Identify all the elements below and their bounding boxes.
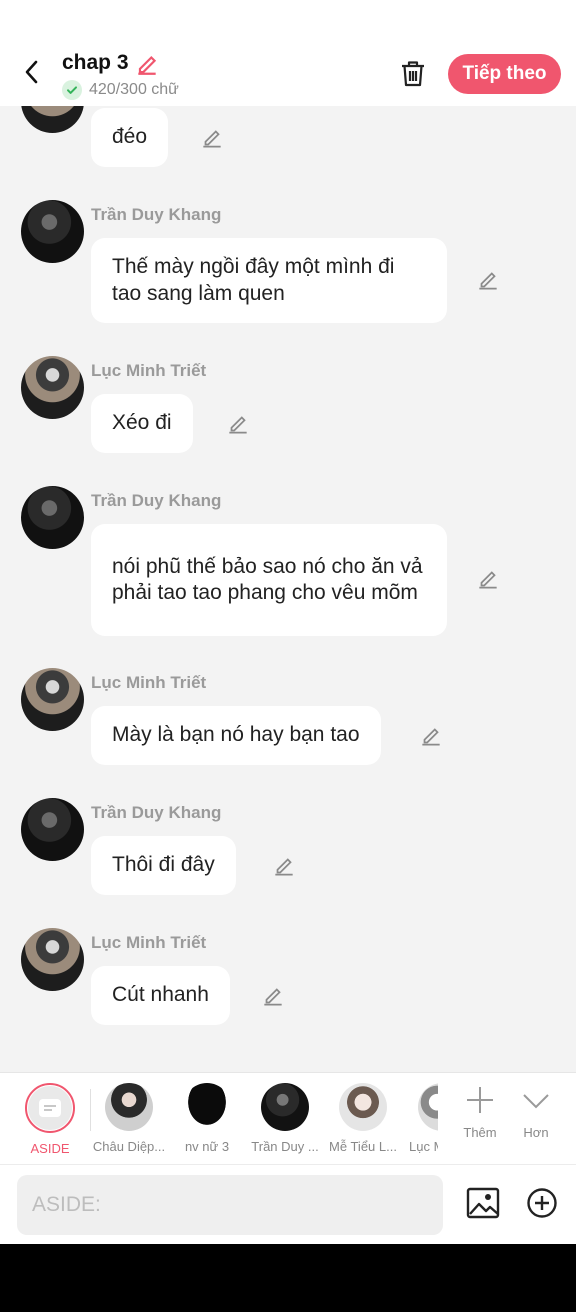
more-button[interactable]: Hơn xyxy=(506,1085,566,1140)
message-text: nói phũ thế bảo sao nó cho ăn vả phải ta… xyxy=(112,554,423,605)
edit-pencil-icon[interactable] xyxy=(475,566,501,592)
word-count-text: 420/300 chữ xyxy=(89,81,179,98)
avatar[interactable] xyxy=(21,668,84,731)
next-button[interactable]: Tiếp theo xyxy=(448,54,561,94)
message-bubble[interactable]: nói phũ thế bảo sao nó cho ăn vả phải ta… xyxy=(91,524,447,636)
message-text: đéo xyxy=(112,125,148,149)
back-button[interactable] xyxy=(16,56,48,88)
edit-pencil-icon[interactable] xyxy=(418,723,444,749)
plus-icon xyxy=(467,1087,493,1113)
more-label: Hơn xyxy=(523,1125,549,1140)
chevron-left-icon xyxy=(25,60,38,84)
sender-name: Trần Duy Khang xyxy=(91,205,222,224)
character-label: Trần Duy ... xyxy=(251,1139,319,1154)
top-bar: chap 3 420/300 chữ Tiếp theo xyxy=(0,0,576,106)
delete-button[interactable] xyxy=(396,57,430,91)
avatar[interactable] xyxy=(21,200,84,263)
chevron-down-icon xyxy=(523,1094,549,1109)
character-item[interactable]: Lục M xyxy=(402,1083,438,1154)
edit-pencil-icon[interactable] xyxy=(225,411,251,437)
character-label: Lục M xyxy=(409,1139,438,1154)
character-selector: ASIDE Châu Diệp... nv nữ 3 Trần Duy ... … xyxy=(0,1072,576,1164)
chat-editor-screen: đéo Trần Duy Khang Thế mày ngồi đây một … xyxy=(0,0,576,1244)
character-item[interactable]: Mễ Tiểu L... xyxy=(324,1083,402,1154)
message-text: Mày là bạn nó hay bạn tao xyxy=(112,723,360,747)
avatar xyxy=(105,1083,153,1131)
character-label: Châu Diệp... xyxy=(92,1139,166,1154)
add-circle-icon[interactable] xyxy=(526,1187,558,1219)
sender-name: Trần Duy Khang xyxy=(91,803,222,822)
avatar xyxy=(261,1083,309,1131)
message-bubble[interactable]: Thế mày ngồi đây một mình đi tao sang là… xyxy=(91,238,447,323)
character-item[interactable]: Trần Duy ... xyxy=(246,1083,324,1154)
message-bubble[interactable]: Cút nhanh xyxy=(91,966,230,1025)
character-aside[interactable]: ASIDE xyxy=(11,1083,89,1156)
character-label: nv nữ 3 xyxy=(184,1139,230,1154)
message-text: Thôi đi đây xyxy=(112,853,215,877)
sender-name: Lục Minh Triết xyxy=(91,933,207,952)
edit-pencil-icon[interactable] xyxy=(199,125,225,151)
input-bar xyxy=(0,1164,576,1244)
edit-title-icon[interactable] xyxy=(134,51,160,77)
character-label: Mễ Tiểu L... xyxy=(329,1139,397,1154)
sender-name: Lục Minh Triết xyxy=(91,673,207,692)
edit-pencil-icon[interactable] xyxy=(260,983,286,1009)
aside-avatar xyxy=(25,1083,75,1133)
sender-name: Trần Duy Khang xyxy=(91,491,222,510)
word-count: 420/300 chữ xyxy=(62,80,179,100)
message-bubble[interactable]: Xéo đi xyxy=(91,394,193,453)
message-bubble[interactable]: Mày là bạn nó hay bạn tao xyxy=(91,706,381,765)
add-label: Thêm xyxy=(463,1125,497,1140)
aside-bubble-icon xyxy=(39,1099,61,1117)
avatar[interactable] xyxy=(21,928,84,991)
avatar xyxy=(183,1083,231,1131)
avatar[interactable] xyxy=(21,356,84,419)
image-icon[interactable] xyxy=(466,1186,500,1220)
message-text: Cút nhanh xyxy=(112,983,209,1007)
trash-icon xyxy=(402,61,424,87)
avatar[interactable] xyxy=(21,798,84,861)
message-bubble[interactable]: Thôi đi đây xyxy=(91,836,236,895)
message-text: Xéo đi xyxy=(112,411,172,435)
sender-name: Lục Minh Triết xyxy=(91,361,207,380)
edit-pencil-icon[interactable] xyxy=(271,853,297,879)
edit-pencil-icon[interactable] xyxy=(475,267,501,293)
message-text: Thế mày ngồi đây một mình đi tao sang là… xyxy=(112,255,395,305)
avatar xyxy=(339,1083,387,1131)
add-character-button[interactable]: Thêm xyxy=(450,1085,510,1140)
character-label: ASIDE xyxy=(30,1141,70,1156)
avatar[interactable] xyxy=(21,486,84,549)
avatar xyxy=(418,1083,438,1131)
character-item[interactable]: nv nữ 3 xyxy=(168,1083,246,1154)
character-item[interactable]: Châu Diệp... xyxy=(90,1083,168,1154)
message-input[interactable] xyxy=(17,1175,443,1235)
chapter-title: chap 3 xyxy=(62,51,129,74)
check-icon xyxy=(62,80,82,100)
message-bubble[interactable]: đéo xyxy=(91,108,169,167)
